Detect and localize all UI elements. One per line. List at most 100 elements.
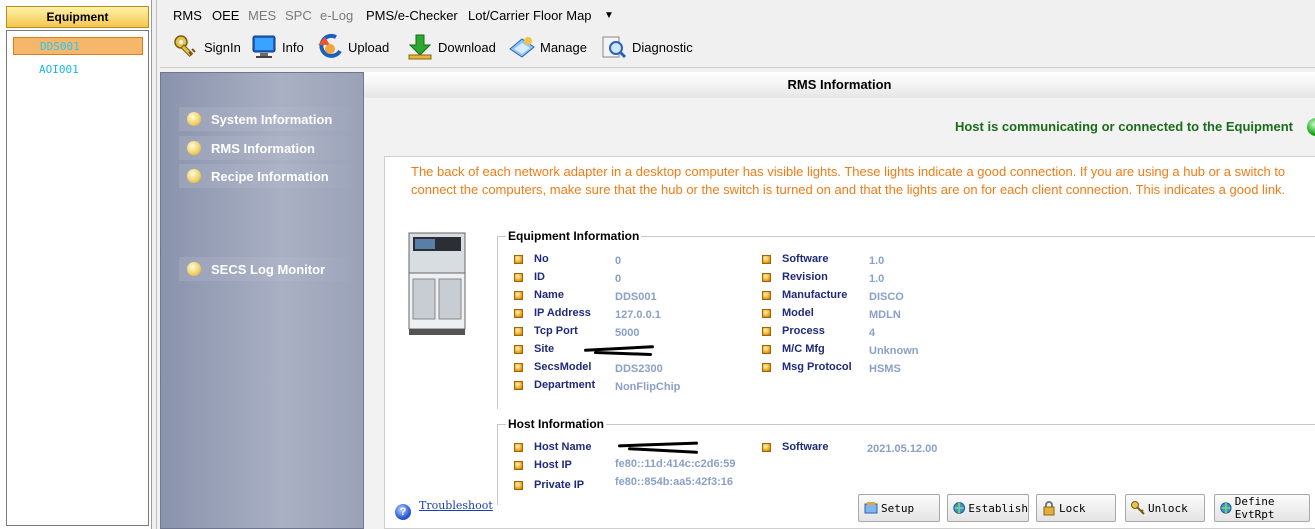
field-host-ip: Host IP [514, 459, 572, 471]
bullet-icon [514, 460, 523, 470]
bullet-icon [762, 254, 771, 264]
diagnostic-button[interactable]: Diagnostic [600, 31, 693, 63]
bullet-icon [514, 480, 523, 490]
value-msg-protocol: HSMS [869, 363, 901, 375]
nav-secs-log-monitor[interactable]: SECS Log Monitor [179, 257, 351, 281]
troubleshoot-link[interactable]: Troubleshoot [419, 500, 493, 512]
nav-label: System Information [211, 111, 333, 127]
menu-elog[interactable]: e-Log [320, 8, 353, 23]
equipment-item-dds001[interactable]: DDS001 [13, 37, 143, 55]
field-revision: Revision [762, 271, 828, 283]
diagnostic-label: Diagnostic [632, 39, 693, 55]
menu-rms[interactable]: RMS [173, 8, 202, 23]
field-site: Site [514, 343, 554, 355]
redaction-scribble [593, 350, 653, 357]
menu-spc[interactable]: SPC [285, 8, 312, 23]
monitor-icon [250, 33, 278, 61]
field-id: ID [514, 271, 545, 283]
value-private-ip: fe80::854b:aa5:42f3:16 [615, 476, 734, 488]
upload-arrow-icon [316, 33, 344, 61]
equipment-header[interactable]: Equipment [6, 6, 149, 28]
globe-icon [953, 502, 966, 514]
field-manufacture: Manufacture [762, 289, 847, 301]
establish-button[interactable]: Establish [947, 494, 1029, 522]
host-information-title: Host Information [506, 417, 606, 431]
info-label: Info [282, 39, 304, 55]
host-information-group: Host Information Host Name Host IP fe80:… [497, 417, 1315, 505]
nav-label: SECS Log Monitor [211, 261, 326, 277]
value-software: 1.0 [869, 255, 885, 267]
value-process: 4 [869, 327, 876, 339]
signin-button[interactable]: SignIn [172, 31, 241, 63]
navigation-panel: System Information RMS Information Recip… [160, 72, 364, 529]
page-title: RMS Information [364, 72, 1315, 98]
manage-label: Manage [540, 39, 587, 55]
description-text: The back of each network adapter in a de… [411, 164, 1286, 197]
bullet-icon [514, 308, 523, 318]
value-secsmodel: DDS2300 [615, 363, 663, 375]
bullet-icon [762, 326, 771, 336]
field-ip-address: IP Address [514, 307, 591, 319]
field-private-ip: Private IP [514, 479, 584, 491]
nav-label: Recipe Information [211, 168, 329, 184]
value-tcp-port: 5000 [615, 327, 640, 339]
bullet-icon [514, 442, 523, 452]
menu-mes[interactable]: MES [248, 8, 276, 23]
bullet-icon [187, 262, 201, 276]
equipment-information-group: Equipment Information No 0 ID 0 Name DDS… [497, 229, 1315, 409]
value-no: 0 [615, 255, 622, 267]
equipment-list: DDS001 AOI001 [6, 30, 149, 526]
value-manufacture: DISCO [869, 291, 904, 303]
field-host-name: Host Name [514, 441, 591, 453]
menu-oee[interactable]: OEE [212, 8, 239, 23]
bullet-icon [514, 362, 523, 372]
upload-button[interactable]: Upload [316, 31, 389, 63]
nav-system-information[interactable]: System Information [179, 107, 351, 131]
rms-info-panel: The back of each network adapter in a de… [384, 156, 1315, 529]
value-name: DDS001 [615, 291, 657, 303]
equipment-item-aoi001[interactable]: AOI001 [13, 61, 143, 79]
bullet-icon [514, 344, 523, 354]
manage-icon [508, 33, 536, 61]
bullet-icon [514, 326, 523, 336]
lock-button[interactable]: Lock [1036, 494, 1116, 522]
bullet-icon [514, 290, 523, 300]
equipment-information-title: Equipment Information [506, 229, 642, 243]
bullet-icon [762, 308, 771, 318]
globe-icon [1220, 502, 1232, 514]
bullet-icon [187, 141, 201, 155]
nav-label: RMS Information [211, 140, 315, 156]
main-content: RMS Information Host is communicating or… [364, 72, 1315, 529]
field-msg-protocol: Msg Protocol [762, 361, 852, 373]
key-icon [1131, 501, 1145, 515]
menu-pms-echecker[interactable]: PMS/e-Checker [366, 8, 458, 23]
download-button[interactable]: Download [406, 31, 496, 63]
bullet-icon [187, 169, 201, 183]
field-process: Process [762, 325, 825, 337]
bullet-icon [514, 380, 523, 390]
download-arrow-icon [406, 33, 434, 61]
help-icon[interactable]: ? [395, 504, 411, 520]
field-mc-mfg: M/C Mfg [762, 343, 825, 355]
bullet-icon [762, 290, 771, 300]
key-icon [172, 33, 200, 61]
dropdown-arrow-icon[interactable]: ▼ [604, 10, 614, 21]
redaction-scribble [627, 447, 699, 454]
field-secsmodel: SecsModel [514, 361, 591, 373]
nav-recipe-information[interactable]: Recipe Information [179, 164, 351, 188]
bullet-icon [514, 254, 523, 264]
setup-button[interactable]: Setup [858, 494, 940, 522]
info-button[interactable]: Info [250, 31, 304, 63]
toolbar: SignIn Info Upload Download Manage Diagn… [160, 29, 1315, 68]
define-evtrpt-button[interactable]: Define EvtRpt [1214, 494, 1310, 522]
upload-label: Upload [348, 39, 390, 55]
lock-icon [1043, 501, 1055, 516]
manage-button[interactable]: Manage [508, 31, 587, 63]
nav-rms-information[interactable]: RMS Information [179, 136, 351, 160]
bullet-icon [187, 112, 201, 126]
menu-lot-carrier-floor-map[interactable]: Lot/Carrier Floor Map [468, 8, 592, 23]
field-tcp-port: Tcp Port [514, 325, 578, 337]
value-department: NonFlipChip [615, 381, 681, 393]
unlock-button[interactable]: Unlock [1125, 494, 1205, 522]
bullet-icon [762, 362, 771, 372]
